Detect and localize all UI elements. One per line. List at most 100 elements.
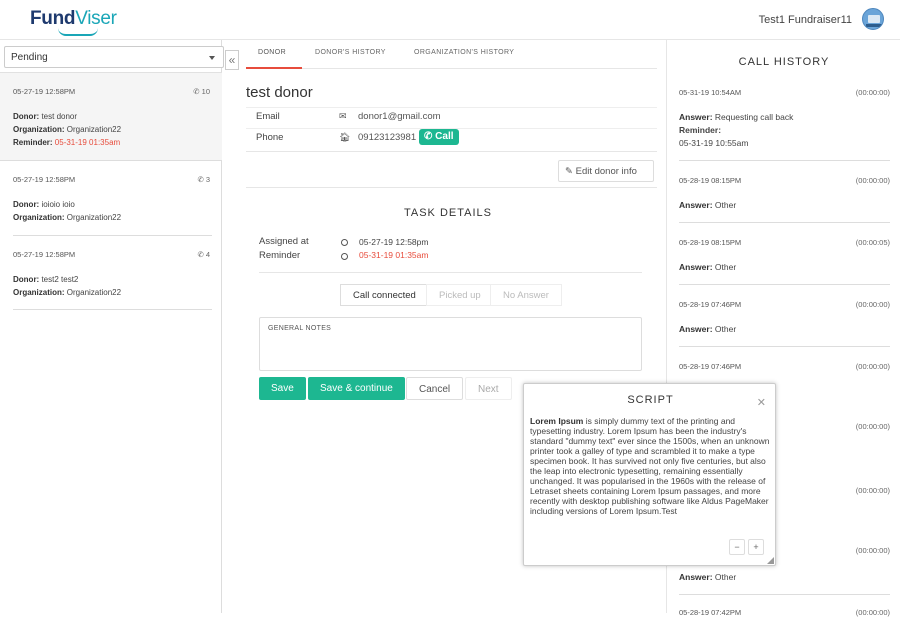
clock-icon <box>341 239 348 246</box>
divider <box>259 272 642 273</box>
logo-text-viser: Viser <box>75 8 117 29</box>
double-chevron-left-icon[interactable]: « <box>225 50 239 70</box>
task-list-item[interactable]: 05-27-19 12:58PM ✆ 10 Donor: test donor … <box>0 72 222 160</box>
call-answer: Answer: Requesting call back <box>679 112 794 122</box>
task-details-title: TASK DETAILS <box>403 207 492 219</box>
call-connected-button[interactable]: Call connected <box>340 284 429 306</box>
task-list-item[interactable]: 05-27-19 12:58PM ✆ 4 Donor: test2 test2 … <box>0 236 222 312</box>
task-organization: Organization: Organization22 <box>13 288 122 297</box>
call-answer: Answer: Other <box>679 324 737 334</box>
call-date: 05-31-19 10:54AM <box>679 88 742 97</box>
task-donor: Donor: test2 test2 <box>13 275 79 284</box>
call-answer: Answer: Other <box>679 572 737 582</box>
call-date: 05-28-19 07:46PM <box>679 300 742 309</box>
call-date: 05-28-19 07:46PM <box>679 362 742 371</box>
picked-up-button[interactable]: Picked up <box>426 284 494 306</box>
edit-donor-label: Edit donor info <box>575 166 637 177</box>
script-body: Lorem Ipsum is simply dummy text of the … <box>530 416 770 516</box>
call-duration: (00:00:00) <box>855 176 890 185</box>
email-row: Email ✉ donor1@gmail.com <box>246 107 657 127</box>
cancel-button[interactable]: Cancel <box>406 377 464 400</box>
call-duration: (00:00:05) <box>855 238 890 247</box>
task-date: 05-27-19 12:58PM <box>13 175 76 184</box>
home-icon: 🏠︎ <box>339 132 351 142</box>
script-text: is simply dummy text of the printing and… <box>530 416 770 516</box>
tab-donor[interactable]: DONOR <box>258 49 286 56</box>
script-lead: Lorem Ipsum <box>530 416 584 426</box>
user-avatar-icon[interactable] <box>862 8 884 30</box>
task-donor: Donor: test donor <box>13 112 78 121</box>
save-continue-button[interactable]: Save & continue <box>308 377 405 400</box>
call-duration: (00:00:00) <box>855 362 890 371</box>
task-date: 05-27-19 12:58PM <box>13 250 76 259</box>
logo-text-fund: Fund <box>30 8 76 29</box>
donor-tabs: DONOR DONOR'S HISTORY ORGANIZATION'S HIS… <box>246 40 657 69</box>
save-button[interactable]: Save <box>259 377 306 400</box>
call-duration: (00:00:00) <box>855 88 890 97</box>
phone-row: Phone 🏠︎ 09123123981 ✆ Call <box>246 128 657 148</box>
call-duration: (00:00:00) <box>855 546 890 555</box>
user-name[interactable]: Test1 Fundraiser11 <box>759 14 852 26</box>
task-list-item[interactable]: 05-27-19 12:58PM ✆ 3 Donor: ioioio ioio … <box>0 160 222 236</box>
edit-donor-button[interactable]: ✎ Edit donor info <box>558 160 654 182</box>
reminder-label: Reminder <box>259 250 301 261</box>
fundviser-logo[interactable]: FundViser <box>30 8 117 30</box>
assigned-value: 05-27-19 12:58pm <box>359 237 429 247</box>
call-divider <box>679 284 890 285</box>
logo-swoosh <box>58 28 98 36</box>
task-call-count: ✆ 4 <box>197 250 210 259</box>
call-date: 05-28-19 08:15PM <box>679 238 742 247</box>
call-duration: (00:00:00) <box>855 300 890 309</box>
task-reminder: Reminder: 05-31-19 01:35am <box>13 138 121 147</box>
call-divider <box>679 222 890 223</box>
assigned-label: Assigned at <box>259 236 309 247</box>
divider <box>246 187 657 188</box>
divider <box>246 151 657 152</box>
call-duration: (00:00:00) <box>855 422 890 431</box>
call-divider <box>679 594 890 595</box>
task-organization: Organization: Organization22 <box>13 125 122 134</box>
donor-name: test donor <box>246 84 313 101</box>
call-divider <box>679 160 890 161</box>
task-divider <box>13 309 212 310</box>
call-button-label: Call <box>435 131 454 142</box>
email-label: Email <box>256 111 280 122</box>
call-answer: Answer: Other <box>679 200 737 210</box>
script-title: SCRIPT <box>627 394 674 406</box>
phone-value: 09123123981 <box>358 132 417 143</box>
tab-donors-history[interactable]: DONOR'S HISTORY <box>315 49 386 56</box>
task-call-count: ✆ 3 <box>197 175 210 184</box>
next-button[interactable]: Next <box>465 377 512 400</box>
call-date: 05-28-19 08:15PM <box>679 176 742 185</box>
call-answer: Answer: Other <box>679 262 737 272</box>
task-organization: Organization: Organization22 <box>13 213 122 222</box>
email-value[interactable]: donor1@gmail.com <box>358 111 441 122</box>
chevron-down-icon <box>209 56 215 60</box>
envelope-icon: ✉ <box>339 111 347 121</box>
resize-handle-icon[interactable] <box>767 557 774 564</box>
task-date: 05-27-19 12:58PM <box>13 87 76 96</box>
clock-icon <box>341 253 348 260</box>
phone-icon: ✆ <box>424 131 433 142</box>
active-tab-indicator <box>246 67 302 69</box>
task-sidebar: Pending 05-27-19 12:58PM ✆ 10 Donor: tes… <box>0 40 224 613</box>
zoom-out-icon[interactable]: − <box>729 539 745 555</box>
call-divider <box>679 346 890 347</box>
script-popup[interactable]: SCRIPT ✕ Lorem Ipsum is simply dummy tex… <box>523 383 776 566</box>
tab-organizations-history[interactable]: ORGANIZATION'S HISTORY <box>414 49 514 56</box>
zoom-in-icon[interactable]: + <box>748 539 764 555</box>
no-answer-button[interactable]: No Answer <box>490 284 562 306</box>
edit-icon: ✎ <box>565 166 573 177</box>
phone-label: Phone <box>256 132 284 143</box>
app-header: FundViser Test1 Fundraiser11 <box>0 0 900 40</box>
task-donor: Donor: ioioio ioio <box>13 200 75 209</box>
call-history-title: CALL HISTORY <box>738 56 830 68</box>
task-call-count: ✆ 10 <box>193 87 210 96</box>
call-reminder-label: Reminder: <box>679 125 722 135</box>
call-button[interactable]: ✆ Call <box>419 129 459 145</box>
call-duration: (00:00:00) <box>855 486 890 495</box>
status-filter-select[interactable]: Pending <box>4 46 224 68</box>
reminder-value: 05-31-19 01:35am <box>359 250 429 260</box>
general-notes-textarea[interactable]: GENERAL NOTES <box>259 317 642 371</box>
close-icon[interactable]: ✕ <box>757 396 766 409</box>
